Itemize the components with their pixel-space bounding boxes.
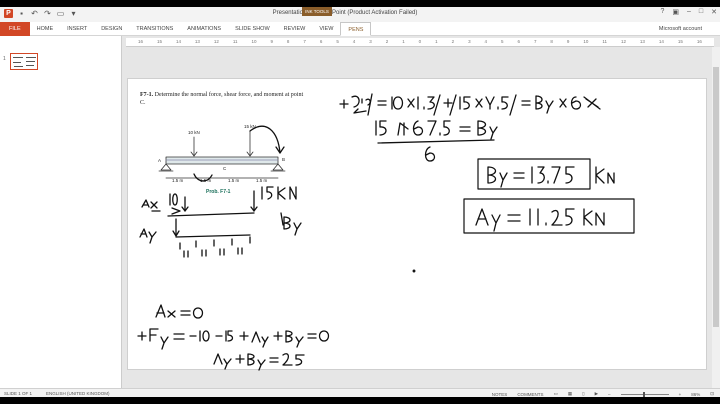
vertical-scrollbar[interactable] — [712, 47, 720, 388]
tab-slide-show[interactable]: SLIDE SHOW — [228, 22, 277, 36]
comments-button[interactable]: COMMENTS — [517, 392, 543, 397]
ruler-mark: 13 — [639, 39, 645, 44]
zoom-level[interactable]: 86% — [691, 392, 700, 397]
slide-canvas[interactable]: F7-1. Determine the normal force, shear … — [127, 78, 707, 371]
ink-tools-context-label: INK TOOLS — [302, 7, 332, 16]
slide-editing-area: F7-1. Determine the normal force, shear … — [122, 47, 720, 388]
screen-frame: P ▪ ↶ ↷ ▭ ▾ Presentation1 - PowerPoint (… — [0, 0, 720, 404]
ruler-mark: 16 — [138, 39, 144, 44]
tab-home[interactable]: HOME — [30, 22, 61, 36]
ruler-mark: 1 — [435, 39, 438, 44]
ruler-mark: 14 — [658, 39, 664, 44]
ruler-mark: 11 — [602, 39, 607, 44]
tab-view[interactable]: VIEW — [312, 22, 340, 36]
ruler-mark: 4 — [352, 39, 356, 44]
ruler-mark: 15 — [677, 39, 683, 44]
powerpoint-window: P ▪ ↶ ↷ ▭ ▾ Presentation1 - PowerPoint (… — [0, 7, 720, 397]
tab-file[interactable]: FILE — [0, 21, 30, 36]
ruler-mark: 10 — [251, 39, 257, 44]
ruler-mark: 8 — [550, 39, 553, 44]
ribbon-tabs: FILE HOME INSERT DESIGN TRANSITIONS ANIM… — [0, 21, 720, 36]
thumbnail-slide-number: 1 — [3, 56, 6, 62]
title-bar: P ▪ ↶ ↷ ▭ ▾ Presentation1 - PowerPoint (… — [0, 7, 720, 22]
zoom-slider[interactable] — [620, 391, 669, 397]
status-bar: SLIDE 1 OF 1 ENGLISH (UNITED KINGDOM) NO… — [0, 388, 720, 397]
account-name[interactable]: Microsoft account — [659, 22, 702, 36]
ruler-mark: 8 — [286, 39, 290, 44]
minimize-icon[interactable]: – — [687, 8, 691, 16]
ruler-mark: 1 — [402, 39, 405, 44]
scrollbar-thumb[interactable] — [713, 67, 719, 327]
slide-sorter-icon[interactable]: ▦ — [568, 391, 572, 397]
slide-indicator: SLIDE 1 OF 1 — [4, 391, 33, 396]
reading-view-icon[interactable]: ▯ — [582, 391, 584, 397]
tab-insert[interactable]: INSERT — [60, 22, 94, 36]
normal-view-icon[interactable]: ▭ — [554, 391, 558, 397]
zoom-out-icon[interactable]: – — [608, 392, 611, 397]
ruler-mark: 9 — [566, 39, 570, 44]
ruler-mark: 3 — [468, 39, 471, 44]
ruler-mark: 14 — [175, 39, 181, 44]
ruler-mark: 0 — [418, 39, 422, 44]
horizontal-ruler: 16 15 14 13 12 11 10 9 8 7 6 5 4 3 2 1 0 1 2 3 4 5 6 7 8 9 10 11 12 1… — [126, 38, 714, 47]
tab-animations[interactable]: ANIMATIONS — [180, 22, 228, 36]
tab-transitions[interactable]: TRANSITIONS — [129, 22, 180, 36]
language-indicator[interactable]: ENGLISH (UNITED KINGDOM) — [46, 391, 110, 396]
ruler-mark: 2 — [451, 39, 455, 44]
ruler-mark: 3 — [369, 39, 372, 44]
tab-review[interactable]: REVIEW — [277, 22, 313, 36]
tab-pens[interactable]: PENS — [340, 21, 372, 36]
slide-thumbnail-pane: 1 — [0, 36, 122, 388]
ruler-mark: 16 — [696, 39, 702, 44]
ruler-mark: 11 — [232, 39, 238, 44]
maximize-icon[interactable]: □ — [699, 8, 703, 16]
ruler-mark: 5 — [336, 39, 339, 44]
ribbon-display-icon[interactable]: ▣ — [672, 8, 679, 16]
ruler-mark: 5 — [501, 39, 504, 44]
ruler-mark: 13 — [194, 39, 200, 44]
window-controls: ? ▣ – □ ✕ — [660, 8, 717, 16]
ruler-mark: 4 — [484, 39, 488, 44]
slide-show-icon[interactable]: ▶ — [595, 391, 598, 397]
ruler-mark: 7 — [303, 39, 306, 44]
ink-annotations — [137, 93, 635, 371]
ruler-mark: 12 — [213, 39, 219, 44]
help-icon[interactable]: ? — [660, 8, 664, 16]
fit-slide-icon[interactable]: ⊡ — [710, 391, 714, 397]
ruler-mark: 7 — [533, 39, 537, 44]
ruler-mark: 9 — [270, 39, 273, 44]
ruler-mark: 10 — [583, 39, 589, 44]
ruler-mark: 6 — [319, 39, 323, 44]
ruler-mark: 15 — [156, 39, 162, 44]
ruler-mark: 12 — [620, 39, 626, 44]
window-title: Presentation1 - PowerPoint (Product Acti… — [272, 10, 418, 16]
zoom-in-icon[interactable]: + — [679, 392, 682, 397]
notes-button[interactable]: NOTES — [492, 392, 508, 397]
close-icon[interactable]: ✕ — [711, 8, 717, 16]
ruler-mark: 2 — [385, 39, 389, 44]
ruler-mark: 6 — [517, 39, 520, 44]
tab-design[interactable]: DESIGN — [94, 22, 129, 36]
slide-thumbnail[interactable] — [10, 53, 38, 70]
